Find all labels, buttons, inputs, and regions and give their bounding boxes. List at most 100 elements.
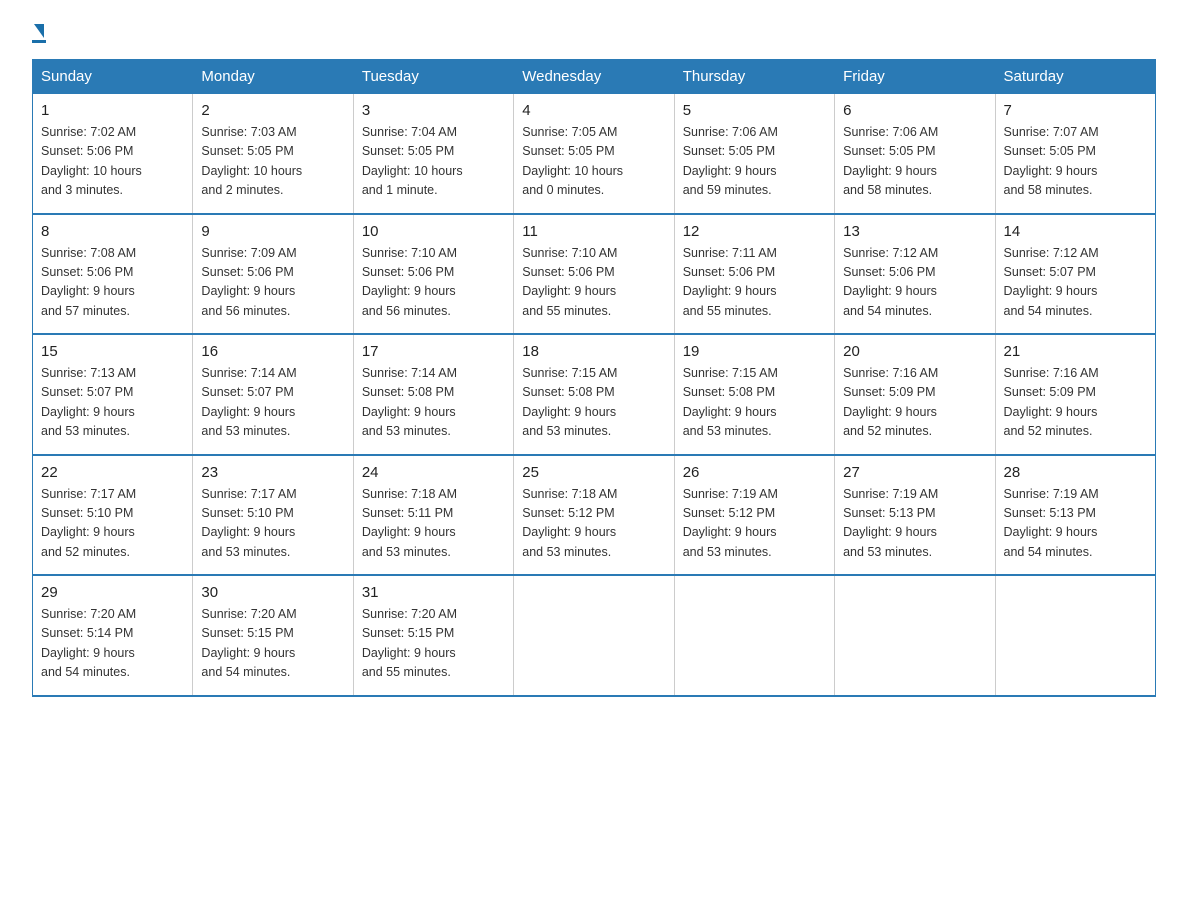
- day-info: Sunrise: 7:05 AM Sunset: 5:05 PM Dayligh…: [522, 123, 665, 201]
- day-info: Sunrise: 7:19 AM Sunset: 5:12 PM Dayligh…: [683, 485, 826, 563]
- day-info: Sunrise: 7:03 AM Sunset: 5:05 PM Dayligh…: [201, 123, 344, 201]
- day-number: 30: [201, 584, 344, 601]
- day-number: 5: [683, 102, 826, 119]
- day-info: Sunrise: 7:17 AM Sunset: 5:10 PM Dayligh…: [201, 485, 344, 563]
- calendar-week-row: 15 Sunrise: 7:13 AM Sunset: 5:07 PM Dayli…: [33, 334, 1156, 455]
- calendar-cell: [835, 575, 995, 696]
- day-info: Sunrise: 7:20 AM Sunset: 5:15 PM Dayligh…: [201, 605, 344, 683]
- calendar-cell: 15 Sunrise: 7:13 AM Sunset: 5:07 PM Dayli…: [33, 334, 193, 455]
- day-number: 23: [201, 464, 344, 481]
- day-number: 11: [522, 223, 665, 240]
- calendar-cell: 17 Sunrise: 7:14 AM Sunset: 5:08 PM Dayli…: [353, 334, 513, 455]
- day-number: 12: [683, 223, 826, 240]
- day-info: Sunrise: 7:06 AM Sunset: 5:05 PM Dayligh…: [843, 123, 986, 201]
- day-number: 19: [683, 343, 826, 360]
- day-info: Sunrise: 7:18 AM Sunset: 5:11 PM Dayligh…: [362, 485, 505, 563]
- day-number: 9: [201, 223, 344, 240]
- day-info: Sunrise: 7:19 AM Sunset: 5:13 PM Dayligh…: [843, 485, 986, 563]
- calendar-cell: 12Sunrise: 7:11 AM Sunset: 5:06 PM Dayli…: [674, 214, 834, 335]
- calendar-cell: 25 Sunrise: 7:18 AM Sunset: 5:12 PM Dayli…: [514, 455, 674, 576]
- weekday-header-saturday: Saturday: [995, 60, 1155, 94]
- day-info: Sunrise: 7:14 AM Sunset: 5:08 PM Dayligh…: [362, 364, 505, 442]
- calendar-cell: 1Sunrise: 7:02 AM Sunset: 5:06 PM Daylig…: [33, 94, 193, 214]
- calendar-cell: 27 Sunrise: 7:19 AM Sunset: 5:13 PM Dayli…: [835, 455, 995, 576]
- calendar-cell: 29 Sunrise: 7:20 AM Sunset: 5:14 PM Dayli…: [33, 575, 193, 696]
- calendar-cell: 19 Sunrise: 7:15 AM Sunset: 5:08 PM Dayli…: [674, 334, 834, 455]
- day-number: 24: [362, 464, 505, 481]
- day-number: 2: [201, 102, 344, 119]
- day-info: Sunrise: 7:12 AM Sunset: 5:07 PM Dayligh…: [1004, 244, 1147, 322]
- day-info: Sunrise: 7:15 AM Sunset: 5:08 PM Dayligh…: [522, 364, 665, 442]
- calendar-cell: 4Sunrise: 7:05 AM Sunset: 5:05 PM Daylig…: [514, 94, 674, 214]
- calendar-cell: 2 Sunrise: 7:03 AM Sunset: 5:05 PM Daylig…: [193, 94, 353, 214]
- calendar-header: SundayMondayTuesdayWednesdayThursdayFrid…: [33, 60, 1156, 94]
- logo-arrow-icon: [34, 24, 44, 38]
- calendar-cell: [514, 575, 674, 696]
- day-number: 28: [1004, 464, 1147, 481]
- day-info: Sunrise: 7:04 AM Sunset: 5:05 PM Dayligh…: [362, 123, 505, 201]
- calendar-cell: 10Sunrise: 7:10 AM Sunset: 5:06 PM Dayli…: [353, 214, 513, 335]
- calendar-cell: 22 Sunrise: 7:17 AM Sunset: 5:10 PM Dayli…: [33, 455, 193, 576]
- day-info: Sunrise: 7:12 AM Sunset: 5:06 PM Dayligh…: [843, 244, 986, 322]
- day-number: 22: [41, 464, 184, 481]
- day-number: 13: [843, 223, 986, 240]
- day-info: Sunrise: 7:18 AM Sunset: 5:12 PM Dayligh…: [522, 485, 665, 563]
- calendar-cell: 28 Sunrise: 7:19 AM Sunset: 5:13 PM Dayli…: [995, 455, 1155, 576]
- day-info: Sunrise: 7:16 AM Sunset: 5:09 PM Dayligh…: [843, 364, 986, 442]
- day-info: Sunrise: 7:15 AM Sunset: 5:08 PM Dayligh…: [683, 364, 826, 442]
- day-number: 26: [683, 464, 826, 481]
- day-info: Sunrise: 7:13 AM Sunset: 5:07 PM Dayligh…: [41, 364, 184, 442]
- calendar-cell: 13 Sunrise: 7:12 AM Sunset: 5:06 PM Dayli…: [835, 214, 995, 335]
- day-info: Sunrise: 7:17 AM Sunset: 5:10 PM Dayligh…: [41, 485, 184, 563]
- day-number: 14: [1004, 223, 1147, 240]
- calendar-cell: 24 Sunrise: 7:18 AM Sunset: 5:11 PM Dayli…: [353, 455, 513, 576]
- calendar-cell: 31Sunrise: 7:20 AM Sunset: 5:15 PM Dayli…: [353, 575, 513, 696]
- day-number: 6: [843, 102, 986, 119]
- day-number: 20: [843, 343, 986, 360]
- day-number: 15: [41, 343, 184, 360]
- calendar-week-row: 29 Sunrise: 7:20 AM Sunset: 5:14 PM Dayli…: [33, 575, 1156, 696]
- calendar-week-row: 1Sunrise: 7:02 AM Sunset: 5:06 PM Daylig…: [33, 94, 1156, 214]
- day-info: Sunrise: 7:08 AM Sunset: 5:06 PM Dayligh…: [41, 244, 184, 322]
- calendar-cell: 3 Sunrise: 7:04 AM Sunset: 5:05 PM Daylig…: [353, 94, 513, 214]
- calendar-cell: 8Sunrise: 7:08 AM Sunset: 5:06 PM Daylig…: [33, 214, 193, 335]
- day-info: Sunrise: 7:19 AM Sunset: 5:13 PM Dayligh…: [1004, 485, 1147, 563]
- day-number: 21: [1004, 343, 1147, 360]
- day-number: 18: [522, 343, 665, 360]
- calendar-cell: 11 Sunrise: 7:10 AM Sunset: 5:06 PM Dayli…: [514, 214, 674, 335]
- day-number: 7: [1004, 102, 1147, 119]
- day-info: Sunrise: 7:16 AM Sunset: 5:09 PM Dayligh…: [1004, 364, 1147, 442]
- calendar-cell: 20 Sunrise: 7:16 AM Sunset: 5:09 PM Dayli…: [835, 334, 995, 455]
- calendar-week-row: 22 Sunrise: 7:17 AM Sunset: 5:10 PM Dayli…: [33, 455, 1156, 576]
- weekday-header-friday: Friday: [835, 60, 995, 94]
- calendar-cell: 9 Sunrise: 7:09 AM Sunset: 5:06 PM Daylig…: [193, 214, 353, 335]
- calendar-cell: 16 Sunrise: 7:14 AM Sunset: 5:07 PM Dayli…: [193, 334, 353, 455]
- day-number: 17: [362, 343, 505, 360]
- calendar-cell: 30 Sunrise: 7:20 AM Sunset: 5:15 PM Dayli…: [193, 575, 353, 696]
- day-info: Sunrise: 7:07 AM Sunset: 5:05 PM Dayligh…: [1004, 123, 1147, 201]
- calendar-cell: 6 Sunrise: 7:06 AM Sunset: 5:05 PM Daylig…: [835, 94, 995, 214]
- weekday-header-thursday: Thursday: [674, 60, 834, 94]
- calendar-cell: 5 Sunrise: 7:06 AM Sunset: 5:05 PM Daylig…: [674, 94, 834, 214]
- day-number: 3: [362, 102, 505, 119]
- calendar-cell: 26 Sunrise: 7:19 AM Sunset: 5:12 PM Dayli…: [674, 455, 834, 576]
- calendar-cell: 23 Sunrise: 7:17 AM Sunset: 5:10 PM Dayli…: [193, 455, 353, 576]
- logo: [32, 24, 46, 43]
- day-number: 16: [201, 343, 344, 360]
- weekday-header-sunday: Sunday: [33, 60, 193, 94]
- day-number: 27: [843, 464, 986, 481]
- day-info: Sunrise: 7:06 AM Sunset: 5:05 PM Dayligh…: [683, 123, 826, 201]
- day-number: 29: [41, 584, 184, 601]
- calendar-cell: 21 Sunrise: 7:16 AM Sunset: 5:09 PM Dayli…: [995, 334, 1155, 455]
- day-info: Sunrise: 7:09 AM Sunset: 5:06 PM Dayligh…: [201, 244, 344, 322]
- day-info: Sunrise: 7:10 AM Sunset: 5:06 PM Dayligh…: [522, 244, 665, 322]
- calendar-cell: [995, 575, 1155, 696]
- calendar-body: 1Sunrise: 7:02 AM Sunset: 5:06 PM Daylig…: [33, 94, 1156, 696]
- weekday-header-row: SundayMondayTuesdayWednesdayThursdayFrid…: [33, 60, 1156, 94]
- day-info: Sunrise: 7:14 AM Sunset: 5:07 PM Dayligh…: [201, 364, 344, 442]
- weekday-header-tuesday: Tuesday: [353, 60, 513, 94]
- day-number: 25: [522, 464, 665, 481]
- day-info: Sunrise: 7:20 AM Sunset: 5:14 PM Dayligh…: [41, 605, 184, 683]
- day-number: 31: [362, 584, 505, 601]
- page-header: [32, 24, 1156, 43]
